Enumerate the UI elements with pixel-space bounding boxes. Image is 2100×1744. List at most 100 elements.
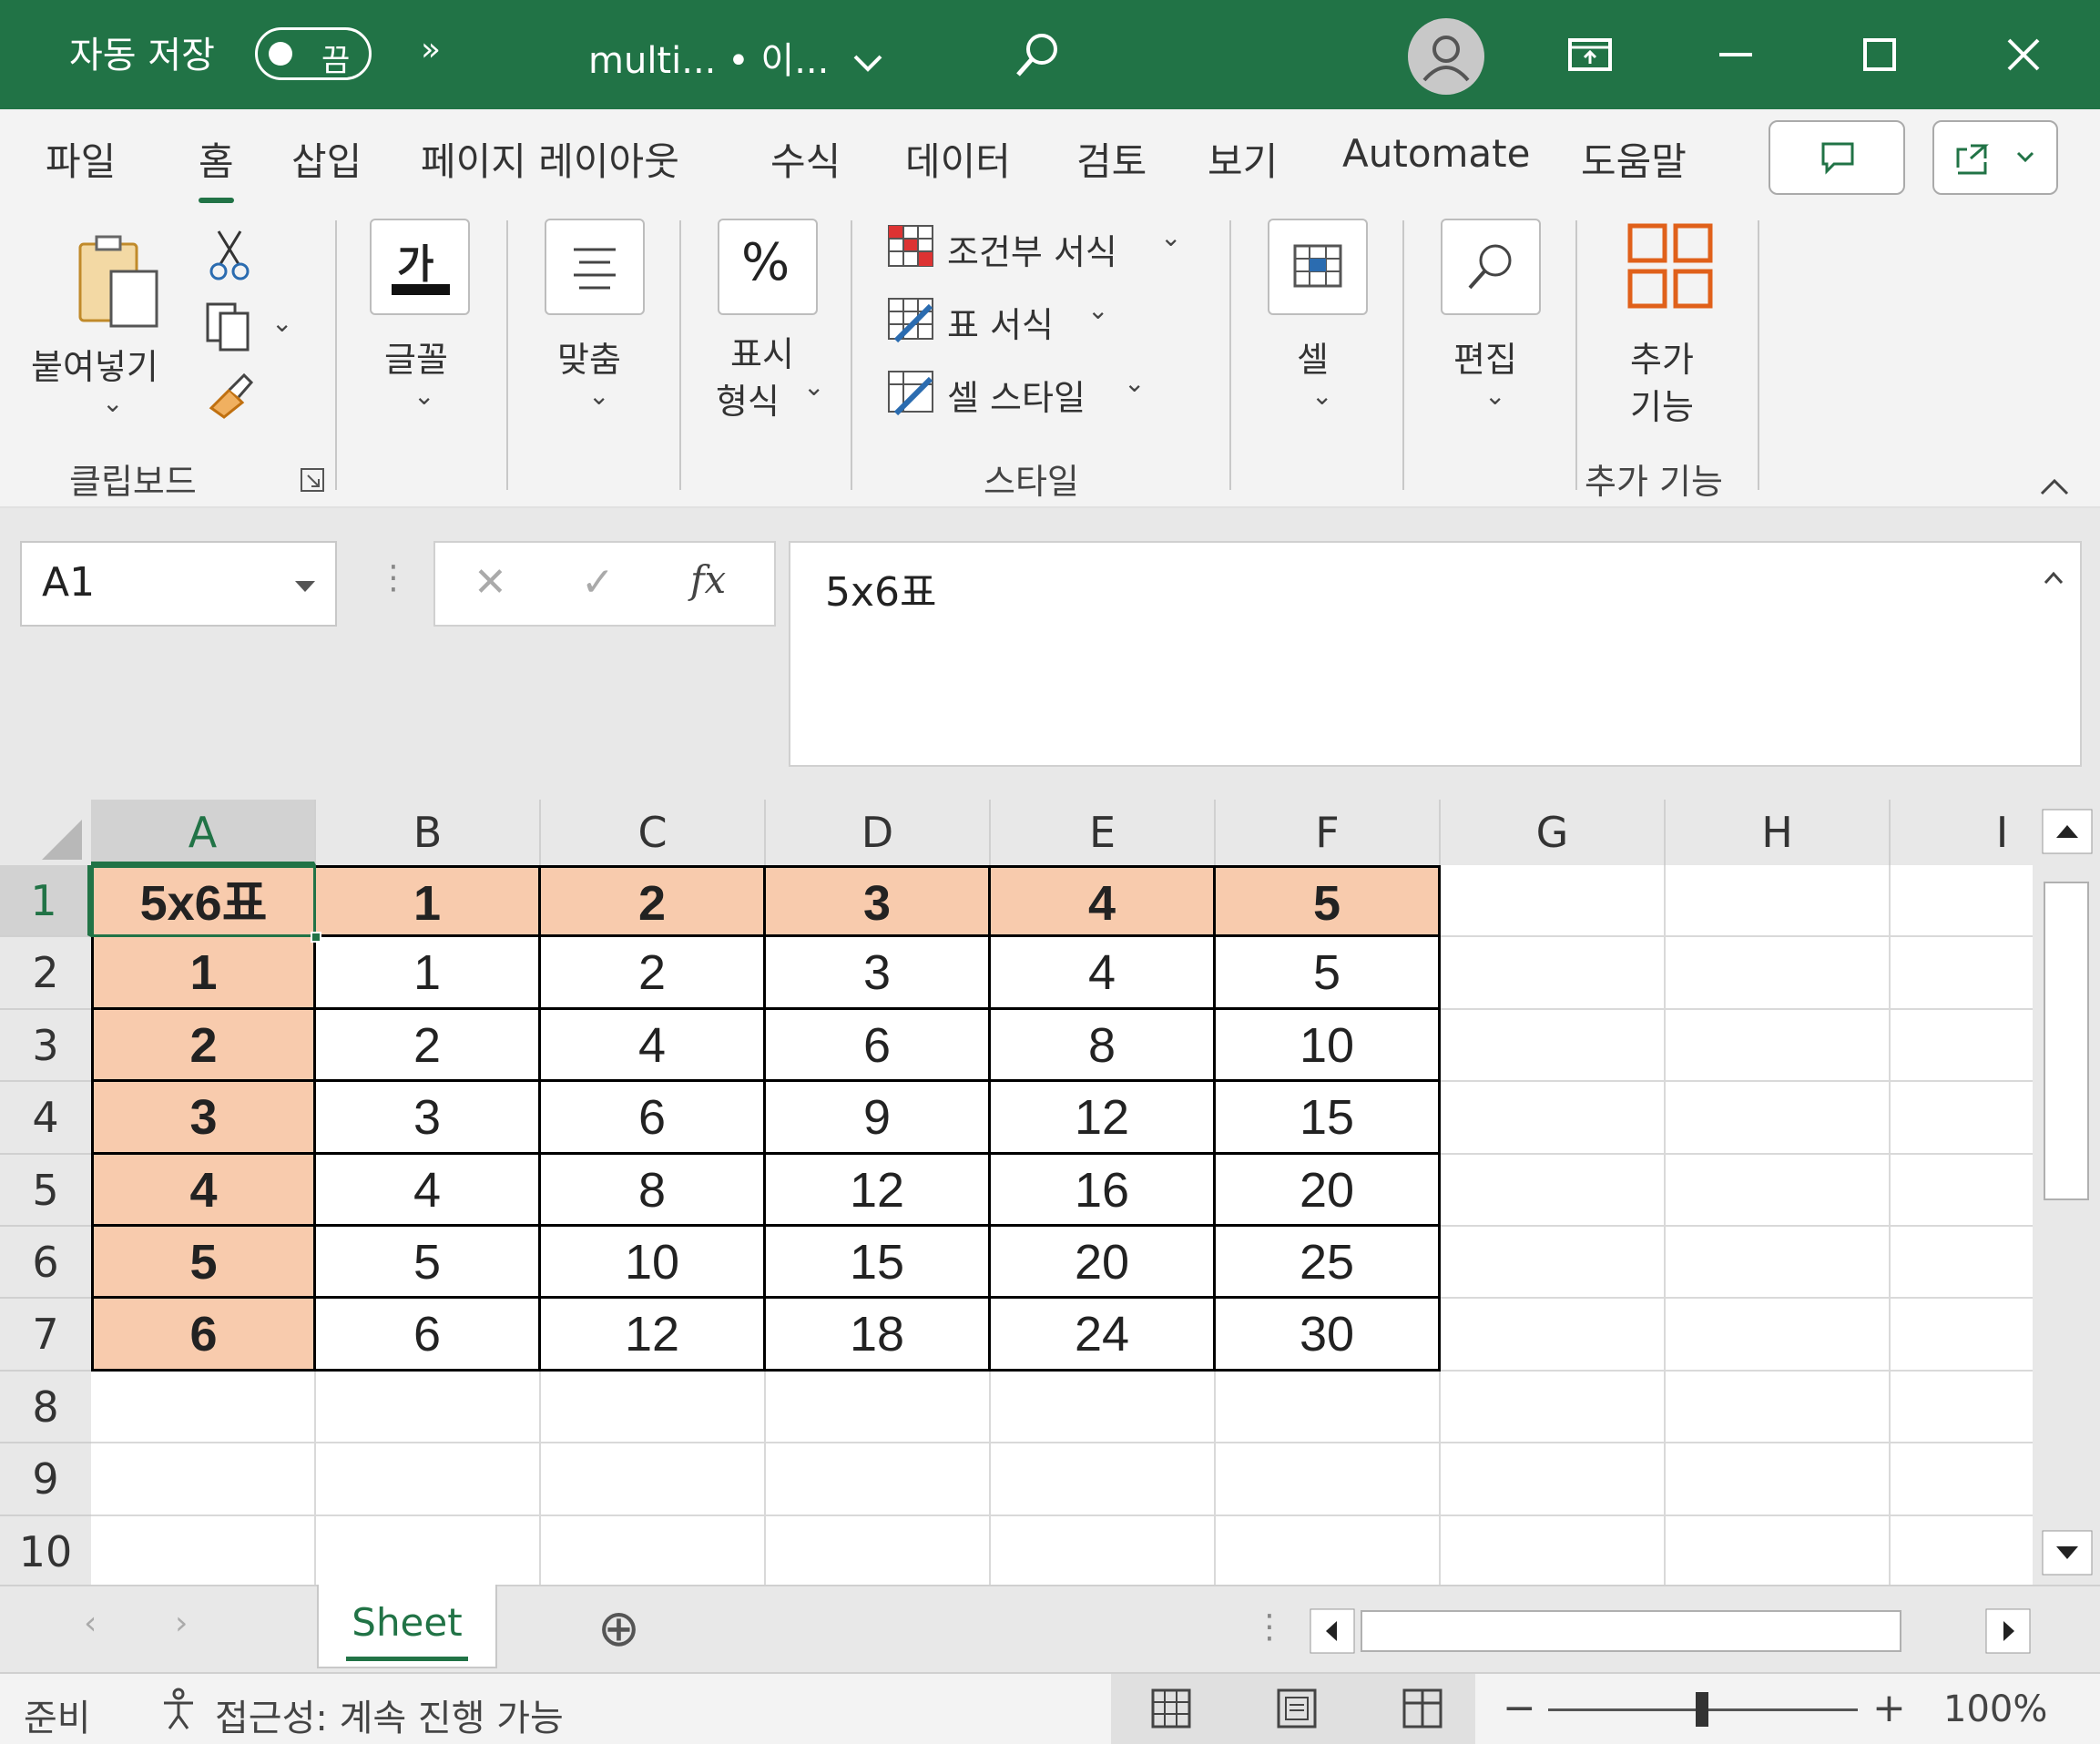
- cell[interactable]: 6: [766, 1009, 991, 1083]
- cell[interactable]: [1666, 1009, 1891, 1083]
- enter-icon[interactable]: ✓: [581, 559, 615, 606]
- column-header[interactable]: F: [1216, 800, 1441, 865]
- cell[interactable]: [1666, 1154, 1891, 1227]
- cell[interactable]: [1441, 1299, 1666, 1372]
- font-button[interactable]: 가 글꼴 ⌄: [366, 219, 475, 446]
- cell[interactable]: 6: [91, 1299, 316, 1372]
- cell[interactable]: [1891, 1010, 2033, 1083]
- tab-review[interactable]: 검토: [1076, 131, 1147, 187]
- prev-sheet-icon[interactable]: ‹: [84, 1605, 97, 1642]
- chevron-down-icon[interactable]: ⌄: [271, 308, 292, 338]
- cell[interactable]: 8: [991, 1009, 1216, 1083]
- cell[interactable]: 2: [316, 1009, 541, 1083]
- cell[interactable]: 4: [541, 1009, 766, 1083]
- column-header[interactable]: B: [316, 800, 541, 865]
- cell[interactable]: 3: [91, 1082, 316, 1155]
- tab-data[interactable]: 데이터: [905, 131, 1011, 187]
- page-layout-view-icon[interactable]: [1273, 1685, 1320, 1732]
- cell[interactable]: [541, 1371, 766, 1444]
- cell[interactable]: 20: [1216, 1154, 1441, 1227]
- cell[interactable]: [1891, 865, 2033, 938]
- cell[interactable]: [1441, 865, 1666, 938]
- column-header[interactable]: A: [91, 800, 316, 865]
- cell[interactable]: [316, 1515, 541, 1585]
- column-header[interactable]: E: [991, 800, 1216, 865]
- cell[interactable]: 20: [991, 1227, 1216, 1300]
- row-header[interactable]: 7: [0, 1299, 91, 1372]
- row-header[interactable]: 6: [0, 1227, 91, 1300]
- next-sheet-icon[interactable]: ›: [175, 1605, 188, 1642]
- cell[interactable]: 15: [766, 1227, 991, 1300]
- cell[interactable]: 24: [991, 1299, 1216, 1372]
- normal-view-icon[interactable]: [1147, 1685, 1195, 1732]
- cell[interactable]: 5: [1216, 865, 1441, 938]
- cell[interactable]: [1441, 1082, 1666, 1155]
- cell[interactable]: 2: [541, 937, 766, 1010]
- select-all-corner[interactable]: [0, 800, 91, 865]
- format-as-table-button[interactable]: 표 서식 ⌄: [885, 293, 1122, 348]
- formula-input[interactable]: 5x6표: [789, 541, 2082, 767]
- cell[interactable]: [1891, 1082, 2033, 1155]
- row-header[interactable]: 4: [0, 1082, 91, 1155]
- tab-file[interactable]: 파일: [46, 131, 116, 187]
- zoom-slider[interactable]: [1548, 1692, 1858, 1727]
- tab-page-layout[interactable]: 페이지 레이아웃: [421, 131, 679, 187]
- maximize-icon[interactable]: [1852, 27, 1907, 82]
- tab-help[interactable]: 도움말: [1581, 131, 1687, 187]
- cell[interactable]: [1666, 865, 1891, 938]
- tab-home[interactable]: 홈: [199, 131, 234, 203]
- cell[interactable]: 2: [541, 865, 766, 938]
- cell[interactable]: 2: [91, 1009, 316, 1083]
- cell[interactable]: [1441, 1227, 1666, 1300]
- vertical-scrollbar[interactable]: [2033, 800, 2100, 1585]
- cell[interactable]: 1: [316, 865, 541, 938]
- cell[interactable]: 16: [991, 1154, 1216, 1227]
- cell[interactable]: [1891, 1516, 2033, 1585]
- scroll-thumb[interactable]: [1361, 1610, 1901, 1652]
- zoom-out-button[interactable]: −: [1503, 1685, 1536, 1731]
- column-header[interactable]: C: [541, 800, 766, 865]
- accessibility-icon[interactable]: [158, 1685, 206, 1732]
- cut-icon[interactable]: [202, 228, 257, 282]
- quick-access-more-button[interactable]: »: [421, 31, 441, 68]
- cell[interactable]: 4: [316, 1154, 541, 1227]
- page-break-view-icon[interactable]: [1399, 1685, 1446, 1732]
- document-title[interactable]: multi... • 이...: [588, 31, 886, 84]
- cell[interactable]: 4: [991, 937, 1216, 1010]
- cell[interactable]: 4: [91, 1154, 316, 1227]
- more-options-icon[interactable]: ⋮: [377, 559, 410, 597]
- cell[interactable]: 5: [316, 1227, 541, 1300]
- cell[interactable]: [1441, 1443, 1666, 1516]
- cell[interactable]: [1891, 1443, 2033, 1516]
- alignment-button[interactable]: 맞춤 ⌄: [541, 219, 650, 446]
- share-button[interactable]: [1932, 120, 2058, 195]
- scroll-right-icon[interactable]: [1985, 1608, 2031, 1654]
- accessibility-status[interactable]: 접근성: 계속 진행 가능: [215, 1688, 564, 1741]
- minimize-icon[interactable]: [1708, 27, 1763, 82]
- cell[interactable]: [1666, 1515, 1891, 1585]
- cell[interactable]: 12: [766, 1154, 991, 1227]
- tab-insert[interactable]: 삽입: [291, 131, 362, 187]
- cell[interactable]: 5: [91, 1227, 316, 1300]
- cell[interactable]: [766, 1515, 991, 1585]
- cell[interactable]: 6: [541, 1082, 766, 1155]
- cell[interactable]: [316, 1371, 541, 1444]
- cell[interactable]: [991, 1515, 1216, 1585]
- cell[interactable]: [1666, 1082, 1891, 1155]
- cell[interactable]: [1891, 1155, 2033, 1227]
- comments-button[interactable]: [1769, 120, 1905, 195]
- column-header[interactable]: D: [766, 800, 991, 865]
- cell[interactable]: [1441, 937, 1666, 1010]
- cell[interactable]: [1216, 1443, 1441, 1516]
- cell[interactable]: 10: [1216, 1009, 1441, 1083]
- cell[interactable]: [1441, 1371, 1666, 1444]
- tab-automate[interactable]: Automate: [1342, 131, 1530, 176]
- cell[interactable]: 5: [1216, 937, 1441, 1010]
- cell[interactable]: [1891, 1227, 2033, 1300]
- cell[interactable]: [91, 1443, 316, 1516]
- cell[interactable]: [766, 1371, 991, 1444]
- scroll-thumb[interactable]: [2044, 882, 2089, 1200]
- copy-icon[interactable]: [202, 299, 257, 353]
- cell[interactable]: 3: [766, 937, 991, 1010]
- tab-view[interactable]: 보기: [1208, 131, 1278, 187]
